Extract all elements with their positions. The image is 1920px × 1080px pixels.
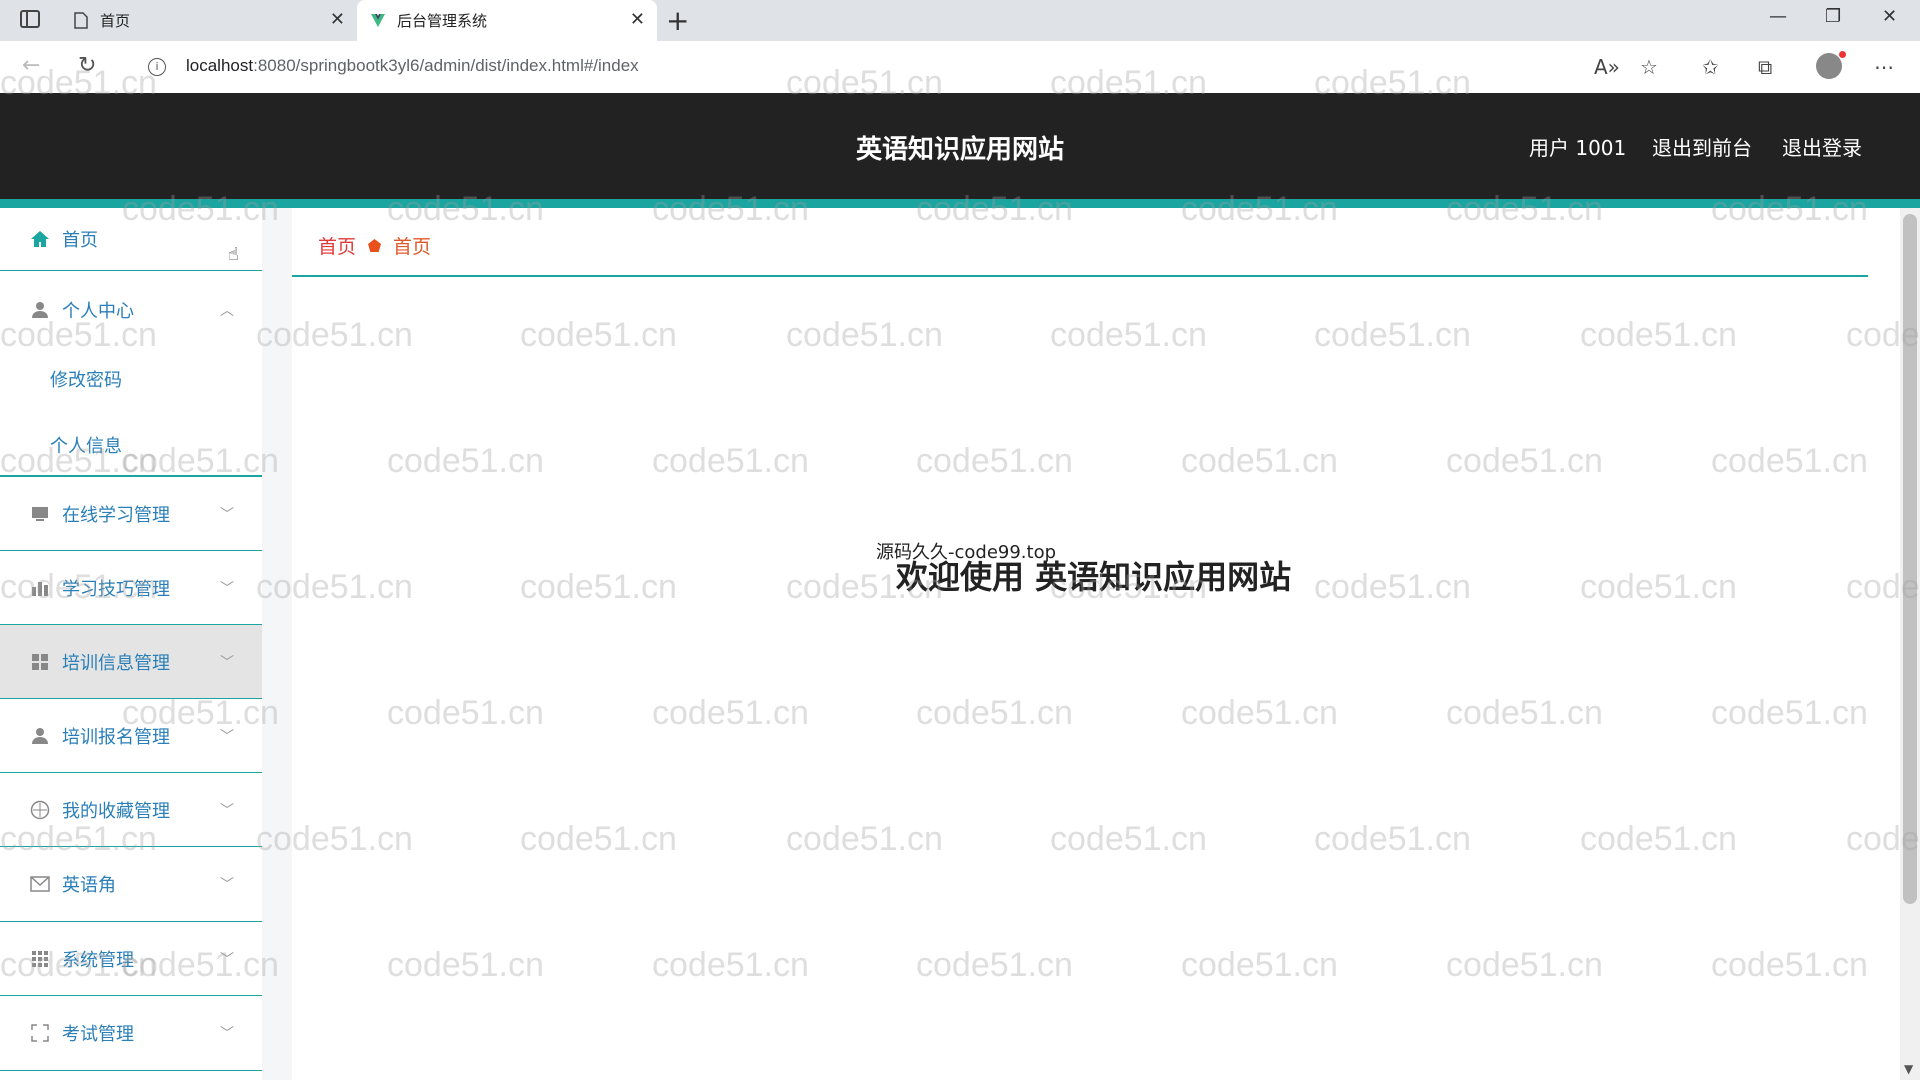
add-favorite-icon[interactable]: ☆: [1640, 55, 1658, 79]
sidebar-item-home[interactable]: 首页: [0, 208, 262, 271]
sidebar-item-label: 培训报名管理: [62, 726, 170, 748]
sidebar-item-label: 在线学习管理: [62, 504, 170, 526]
header-divider: [0, 199, 1920, 208]
chevron-down-icon: ﹀: [220, 506, 234, 523]
breadcrumb-current: 首页: [393, 236, 432, 258]
sidebar-item-english-corner[interactable]: 英语角 ﹀: [0, 847, 262, 922]
info-icon[interactable]: i: [148, 58, 166, 76]
logout-link[interactable]: 退出登录: [1782, 132, 1862, 161]
new-tab-button[interactable]: +: [666, 4, 689, 37]
sidebar-item-label: 系统管理: [62, 949, 134, 971]
sidebar-item-favorites[interactable]: 我的收藏管理 ﹀: [0, 773, 262, 847]
sidebar-item-label: 考试管理: [62, 1024, 134, 1045]
close-icon[interactable]: ✕: [630, 9, 645, 30]
chevron-down-icon: ﹀: [220, 802, 234, 819]
sidebar-item-label: 培训信息管理: [62, 652, 170, 674]
sidebar-item-study-tips[interactable]: 学习技巧管理 ﹀: [0, 551, 262, 625]
browser-tab-bar: 首页 ✕ 后台管理系统 ✕ + — ❐ ✕: [0, 0, 1920, 41]
restore-icon[interactable]: ❐: [1825, 6, 1841, 27]
user-icon: [30, 300, 50, 320]
chart-icon: [30, 578, 50, 598]
user-icon: [30, 726, 50, 746]
back-icon[interactable]: ←: [22, 53, 40, 78]
sidebar-item-training-signup[interactable]: 培训报名管理 ﹀: [0, 699, 262, 773]
sidebar-item-label: 个人中心: [62, 301, 134, 322]
chevron-down-icon: ﹀: [220, 951, 234, 968]
refresh-icon[interactable]: ↻: [78, 53, 96, 78]
tab-title: 首页: [100, 12, 131, 30]
back-to-front-link[interactable]: 退出到前台: [1652, 132, 1752, 161]
sidebar-item-training-info[interactable]: 培训信息管理 ﹀: [0, 625, 262, 699]
sidebar-item-label: 学习技巧管理: [62, 578, 170, 600]
chevron-down-icon: ﹀: [220, 877, 234, 893]
url-text: localhost:8080/springbootk3yl6/admin/dis…: [186, 56, 639, 75]
overlay-note: 源码久久-code99.top: [876, 542, 1057, 563]
minimize-icon[interactable]: —: [1769, 6, 1787, 27]
sidebar-item-personal-center[interactable]: 个人中心 ︿: [0, 280, 262, 340]
monitor-icon: [30, 504, 50, 524]
sidebar-subitem-personal-info[interactable]: 个人信息: [50, 432, 122, 458]
compass-icon: [30, 800, 50, 820]
page-icon: [74, 12, 88, 29]
app-header: 英语知识应用网站 用户 1001 退出到前台 退出登录: [0, 93, 1920, 199]
user-name: 用户 1001: [1529, 136, 1627, 160]
breadcrumb-separator-icon: [368, 239, 382, 252]
chevron-down-icon: ﹀: [220, 580, 234, 597]
sidebar-item-label: 英语角: [62, 875, 116, 896]
sidebar-item-label: 首页: [62, 230, 98, 251]
sidebar-item-system[interactable]: 系统管理 ﹀: [0, 922, 262, 996]
scroll-thumb[interactable]: [1903, 214, 1917, 904]
sidebar-gutter: [262, 208, 292, 1080]
profile-avatar[interactable]: [1816, 51, 1846, 79]
scroll-down-icon[interactable]: ▼: [1904, 1062, 1913, 1076]
mail-icon: [30, 874, 50, 894]
fullscreen-icon: [30, 1023, 50, 1043]
sidebar-item-online-learning[interactable]: 在线学习管理 ﹀: [0, 477, 262, 551]
chevron-down-icon: ﹀: [220, 654, 234, 671]
sidebar-subitem-change-password[interactable]: 修改密码: [50, 366, 122, 392]
chevron-down-icon: ﹀: [220, 1026, 234, 1042]
tab-title: 后台管理系统: [397, 12, 488, 30]
apps-icon: [30, 949, 50, 969]
chevron-down-icon: ﹀: [220, 728, 234, 745]
chevron-up-icon: ︿: [220, 303, 234, 319]
mouse-cursor-icon: ☝: [228, 244, 239, 265]
url-field[interactable]: i localhost:8080/springbootk3yl6/admin/d…: [128, 47, 1668, 87]
site-title: 英语知识应用网站: [855, 135, 1064, 165]
home-icon: [30, 229, 50, 249]
browser-tab-admin[interactable]: 后台管理系统 ✕: [357, 0, 657, 41]
favorites-icon[interactable]: ✩: [1702, 55, 1719, 79]
browser-tab-home[interactable]: 首页 ✕: [60, 0, 357, 41]
close-icon[interactable]: ✕: [330, 9, 345, 30]
sidebar-item-label: 我的收藏管理: [62, 800, 170, 822]
sidebar-item-exam[interactable]: 考试管理 ﹀: [0, 996, 262, 1071]
address-bar: ← ↻ i localhost:8080/springbootk3yl6/adm…: [0, 41, 1920, 93]
more-icon[interactable]: ⋯: [1874, 55, 1894, 79]
main-content: [292, 208, 1868, 1080]
tab-actions-icon[interactable]: [20, 10, 40, 28]
collections-icon[interactable]: ⧉: [1758, 55, 1772, 79]
breadcrumb-divider: [292, 275, 1868, 277]
vue-logo-icon: [371, 14, 385, 27]
read-aloud-icon[interactable]: A»: [1594, 55, 1620, 79]
breadcrumb: 首页 首页: [318, 232, 431, 259]
close-window-icon[interactable]: ✕: [1882, 6, 1897, 27]
grid-icon: [30, 652, 50, 672]
breadcrumb-home-link[interactable]: 首页: [318, 232, 356, 259]
